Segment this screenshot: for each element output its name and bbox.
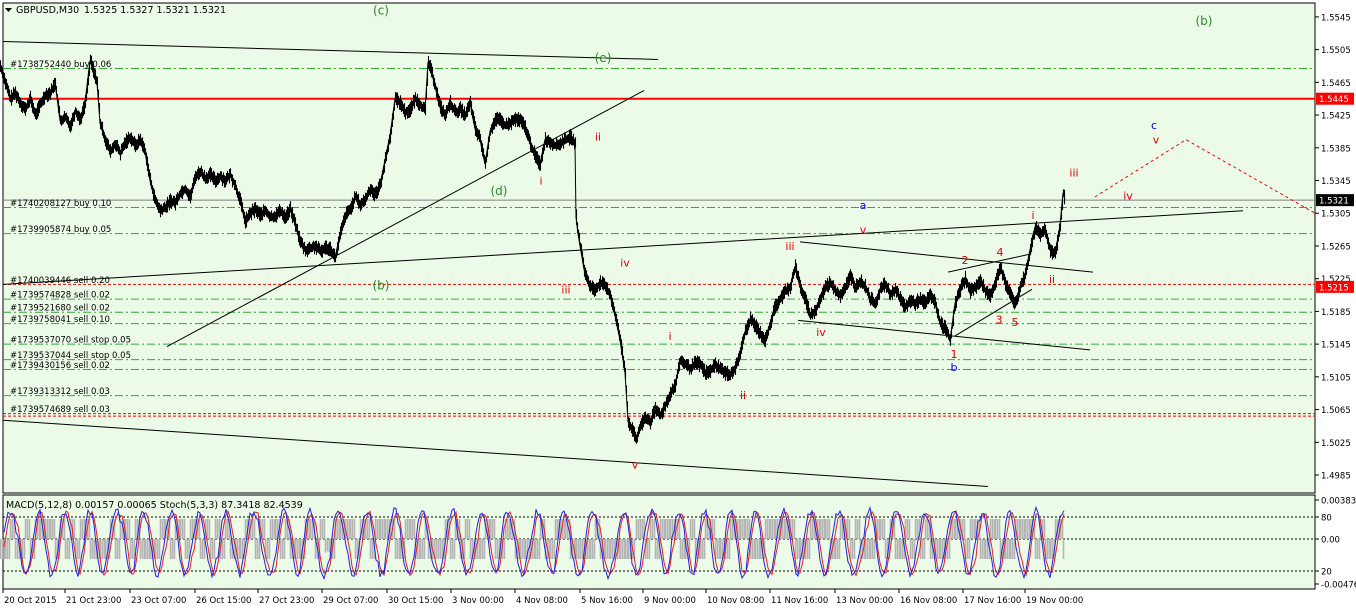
wave-label: 3 (996, 314, 1003, 327)
wave-label: v (632, 458, 639, 471)
indicator-label: MACD(5,12,8) 0.00157 0.00065 Stoch(5,3,3… (6, 500, 303, 511)
wave-label: v (860, 224, 867, 237)
price-flag-label: 1.5321 (1319, 197, 1349, 207)
order-level-label: #1739758041 sell 0.10 (10, 315, 110, 325)
time-tick-label: 27 Oct 23:00 (259, 596, 314, 606)
price-tick-label: 1.5505 (1321, 46, 1351, 56)
ohlc-readout: 1.5325 1.5327 1.5321 1.5321 (84, 5, 226, 16)
price-tick-label: 1.5185 (1321, 308, 1351, 318)
wave-label: (d) (491, 184, 508, 198)
wave-label: ii (595, 130, 601, 143)
order-level-label: #1739537070 sell stop 0.05 (10, 336, 131, 346)
wave-label: c (1151, 119, 1157, 132)
time-tick-label: 16 Nov 08:00 (900, 596, 957, 606)
wave-label: ii (740, 389, 746, 402)
order-level-label: #1740039446 sell 0.20 (10, 276, 110, 286)
price-tick-label: 1.5345 (1321, 177, 1351, 187)
wave-label: 5 (1012, 316, 1019, 329)
wave-label: i (539, 175, 542, 188)
wave-label: (b) (1196, 14, 1213, 28)
order-level-label: #1739574828 sell 0.02 (10, 291, 110, 301)
price-pane[interactable] (2, 2, 1316, 494)
time-tick-label: 29 Oct 07:00 (323, 596, 378, 606)
wave-label: 4 (997, 246, 1004, 259)
wave-label: i (668, 330, 671, 343)
price-axis: 1.5545 1.5505 1.5465 1.5425 1.5385 1.5345 1.53… (1315, 13, 1354, 482)
wave-label: (e) (595, 51, 612, 65)
wave-label: iv (1123, 189, 1133, 202)
time-tick-label: 9 Nov 00:00 (644, 596, 696, 606)
wave-label: 2 (962, 254, 969, 267)
wave-label: iii (561, 283, 570, 296)
time-tick-label: 26 Oct 15:00 (196, 596, 251, 606)
price-tick-label: 1.5265 (1321, 242, 1351, 252)
wave-label: i (1031, 209, 1034, 222)
order-level-label: #1739537044 sell stop 0.05 (10, 351, 131, 361)
wave-label: a (860, 199, 867, 212)
wave-label: iii (1069, 166, 1078, 179)
wave-label: v (1153, 134, 1160, 147)
price-flag-label: 1.5215 (1319, 283, 1349, 293)
price-tick-label: 1.5145 (1321, 341, 1351, 351)
chart-header: GBPUSD,M30 1.5325 1.5327 1.5321 1.5321 (5, 5, 226, 16)
price-tick-label: 1.5105 (1321, 373, 1351, 383)
indicator-tick-label: 0.00383 (1321, 497, 1356, 507)
indicator-tick-label: 0.00 (1321, 536, 1340, 546)
time-tick-label: 23 Oct 07:00 (131, 596, 186, 606)
price-tick-label: 1.5465 (1321, 79, 1351, 89)
order-level-label: #1739313312 sell 0.03 (10, 387, 110, 397)
time-tick-label: 3 Nov 00:00 (452, 596, 504, 606)
wave-label: iv (816, 326, 826, 339)
price-tick-label: 1.5385 (1321, 144, 1351, 154)
order-level-label: #1739905874 buy 0.05 (10, 225, 111, 235)
symbol-label: GBPUSD,M30 (16, 5, 79, 16)
order-level-label: #1739574689 sell 0.03 (10, 405, 110, 415)
price-tick-label: 1.5305 (1321, 210, 1351, 220)
time-tick-label: 10 Nov 08:00 (707, 596, 764, 606)
time-tick-label: 17 Nov 16:00 (964, 596, 1021, 606)
price-flag-label: 1.5445 (1319, 95, 1349, 105)
order-level-label: #1738752440 buy 0.06 (10, 60, 111, 70)
price-tick-label: 1.4985 (1321, 472, 1351, 482)
wave-label: iii (785, 240, 794, 253)
wave-label: 1 (951, 348, 958, 361)
wave-label: (b) (373, 278, 390, 292)
indicator-tick-label: 80 (1321, 514, 1332, 524)
price-tick-label: 1.5025 (1321, 439, 1351, 449)
indicator-tick-label: -0.00476 (1321, 581, 1356, 591)
time-tick-label: 21 Oct 23:00 (66, 596, 121, 606)
time-tick-label: 13 Nov 00:00 (836, 596, 893, 606)
indicator-tick-label: 20 (1321, 568, 1332, 578)
wave-label: iv (620, 256, 630, 269)
time-tick-label: 20 Oct 2015 (4, 596, 57, 606)
time-tick-label: 30 Oct 15:00 (388, 596, 443, 606)
time-tick-label: 11 Nov 16:00 (771, 596, 828, 606)
wave-label: b (951, 361, 958, 374)
order-level-label: #1739521680 sell 0.02 (10, 304, 110, 314)
time-tick-label: 19 Nov 00:00 (1026, 596, 1083, 606)
wave-label: (c) (373, 3, 389, 17)
wave-label: ii (1049, 273, 1055, 286)
time-tick-label: 4 Nov 08:00 (516, 596, 568, 606)
price-tick-label: 1.5425 (1321, 112, 1351, 122)
order-level-label: #1739430156 sell 0.02 (10, 361, 110, 371)
time-tick-label: 5 Nov 16:00 (581, 596, 633, 606)
forex-chart[interactable]: (c)(e)(d)(b)(b)iiiiviiiiiiviiiviva243 51b… (0, 0, 1356, 608)
order-level-label: #1740208127 buy 0.10 (10, 199, 111, 209)
price-tick-label: 1.5065 (1321, 406, 1351, 416)
price-tick-label: 1.5545 (1321, 13, 1351, 23)
